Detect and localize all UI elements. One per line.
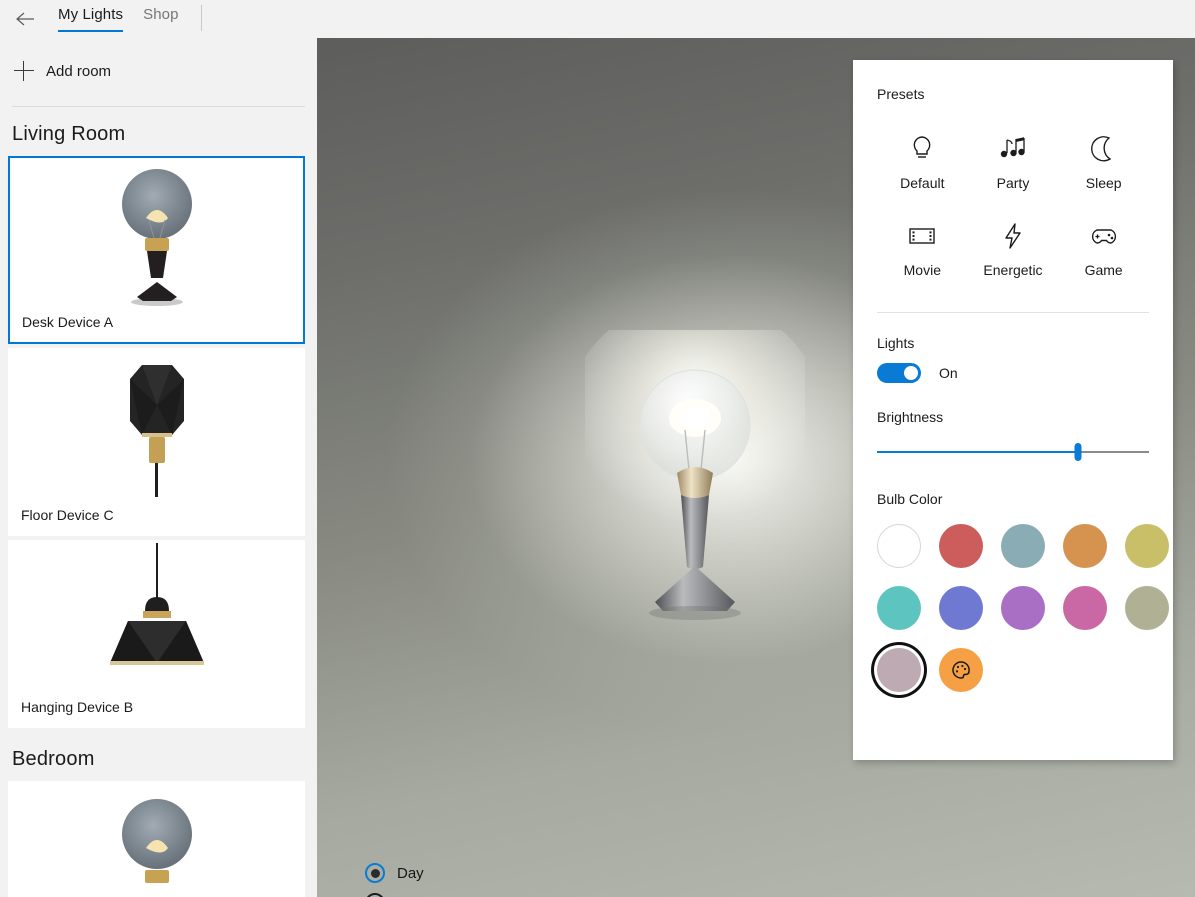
top-bar: My Lights Shop <box>0 0 317 40</box>
presets-heading: Presets <box>877 86 925 102</box>
add-room-button[interactable]: Add room <box>0 48 317 94</box>
brightness-heading: Brightness <box>877 409 944 425</box>
radio-day-label: Day <box>397 864 424 882</box>
swatch-cell <box>877 521 939 571</box>
preset-label: Energetic <box>983 262 1043 278</box>
lightbulb-icon <box>910 132 934 166</box>
palette-icon <box>952 661 970 679</box>
color-swatch-pink[interactable] <box>1063 586 1107 630</box>
tab-bar: My Lights Shop <box>48 0 202 38</box>
panel-divider <box>877 312 1149 313</box>
tab-shop[interactable]: Shop <box>133 0 188 38</box>
device-label: Desk Device A <box>22 314 114 330</box>
device-card-floor-device-c[interactable]: Floor Device C <box>8 348 305 536</box>
device-card-hanging-device-b[interactable]: Hanging Device B <box>8 540 305 728</box>
swatch-cell <box>1063 583 1125 633</box>
film-strip-icon <box>907 219 937 253</box>
preset-label: Game <box>1084 262 1123 278</box>
preset-label: Party <box>996 175 1030 191</box>
brightness-slider[interactable] <box>877 441 1149 463</box>
lights-section: Lights On <box>877 335 1149 383</box>
color-swatch-white[interactable] <box>877 524 921 568</box>
color-swatch-periwinkle[interactable] <box>939 586 983 630</box>
plus-icon <box>14 61 34 81</box>
swatch-cell <box>1001 521 1063 571</box>
lights-toggle[interactable] <box>877 363 921 383</box>
device-label: Hanging Device B <box>21 699 134 715</box>
color-swatch-orange[interactable] <box>1063 524 1107 568</box>
device-card-bedroom-1[interactable] <box>8 781 305 897</box>
swatch-cell <box>939 583 1001 633</box>
device-card-desk-device-a[interactable]: Desk Device A <box>8 156 305 344</box>
bulb-color-section: Bulb Color <box>877 491 1169 695</box>
preset-label: Sleep <box>1085 175 1122 191</box>
preset-party[interactable]: Party <box>968 132 1059 191</box>
preset-energetic[interactable]: Energetic <box>968 219 1059 278</box>
bulb-color-heading: Bulb Color <box>877 491 943 507</box>
color-swatch-turquoise[interactable] <box>877 586 921 630</box>
swatch-cell <box>939 521 1001 571</box>
sidebar: My Lights Shop Add room Living Room Desk… <box>0 0 317 897</box>
color-swatch-mauve[interactable] <box>877 648 921 692</box>
color-swatch-red[interactable] <box>939 524 983 568</box>
slider-fill <box>877 451 1079 453</box>
lights-state-label: On <box>939 365 958 381</box>
swatch-cell <box>1001 583 1063 633</box>
color-swatch-orchid[interactable] <box>1001 586 1045 630</box>
slider-thumb[interactable] <box>1074 443 1082 461</box>
bulb-lamp-icon <box>9 782 304 897</box>
desk-lamp-icon <box>10 158 303 308</box>
preset-label: Movie <box>903 262 941 278</box>
brightness-section: Brightness <box>877 409 1149 463</box>
color-swatch-grid <box>877 521 1169 695</box>
preset-game[interactable]: Game <box>1058 219 1149 278</box>
radio-day-indicator[interactable] <box>365 863 385 883</box>
swatch-cell <box>1063 521 1125 571</box>
preset-label: Default <box>900 175 945 191</box>
toggle-knob <box>904 366 918 380</box>
color-swatch-slate-teal[interactable] <box>1001 524 1045 568</box>
lightning-bolt-icon <box>1001 219 1025 253</box>
floor-lamp-icon <box>9 349 304 499</box>
swatch-cell <box>877 645 939 695</box>
tab-my-lights[interactable]: My Lights <box>48 0 133 38</box>
glowing-desk-lamp <box>563 298 827 630</box>
preset-movie[interactable]: Movie <box>877 219 968 278</box>
swatch-cell <box>939 645 1001 695</box>
radio-night[interactable]: Night <box>365 893 432 897</box>
lights-heading: Lights <box>877 335 915 351</box>
mode-radio-group: Day Night <box>365 863 432 897</box>
preset-default[interactable]: Default <box>877 132 968 191</box>
back-arrow-icon[interactable] <box>8 2 42 36</box>
presets-grid: Default Party Sleep Movie Energetic Game <box>877 132 1149 278</box>
lights-toggle-row: On <box>877 363 1149 383</box>
app-root: My Lights Shop Add room Living Room Desk… <box>0 0 1195 897</box>
tab-separator <box>200 5 202 31</box>
add-room-label: Add room <box>46 62 112 80</box>
color-swatch-sage[interactable] <box>1125 586 1169 630</box>
control-panel: Presets Default Party Sleep Movie Energe… <box>853 60 1173 760</box>
room-title-bedroom: Bedroom <box>12 748 95 770</box>
gamepad-icon <box>1088 219 1120 253</box>
pendant-lamp-icon <box>9 541 304 691</box>
radio-day[interactable]: Day <box>365 863 432 883</box>
radio-night-indicator[interactable] <box>365 893 385 897</box>
swatch-cell <box>877 583 939 633</box>
moon-icon <box>1090 132 1117 166</box>
preset-sleep[interactable]: Sleep <box>1058 132 1149 191</box>
device-label: Floor Device C <box>21 507 114 523</box>
swatch-cell <box>1125 583 1187 633</box>
color-swatch-khaki[interactable] <box>1125 524 1169 568</box>
swatch-cell <box>1125 521 1187 571</box>
music-notes-icon <box>998 132 1028 166</box>
room-title-living-room: Living Room <box>12 123 126 145</box>
custom-color-button[interactable] <box>939 648 983 692</box>
